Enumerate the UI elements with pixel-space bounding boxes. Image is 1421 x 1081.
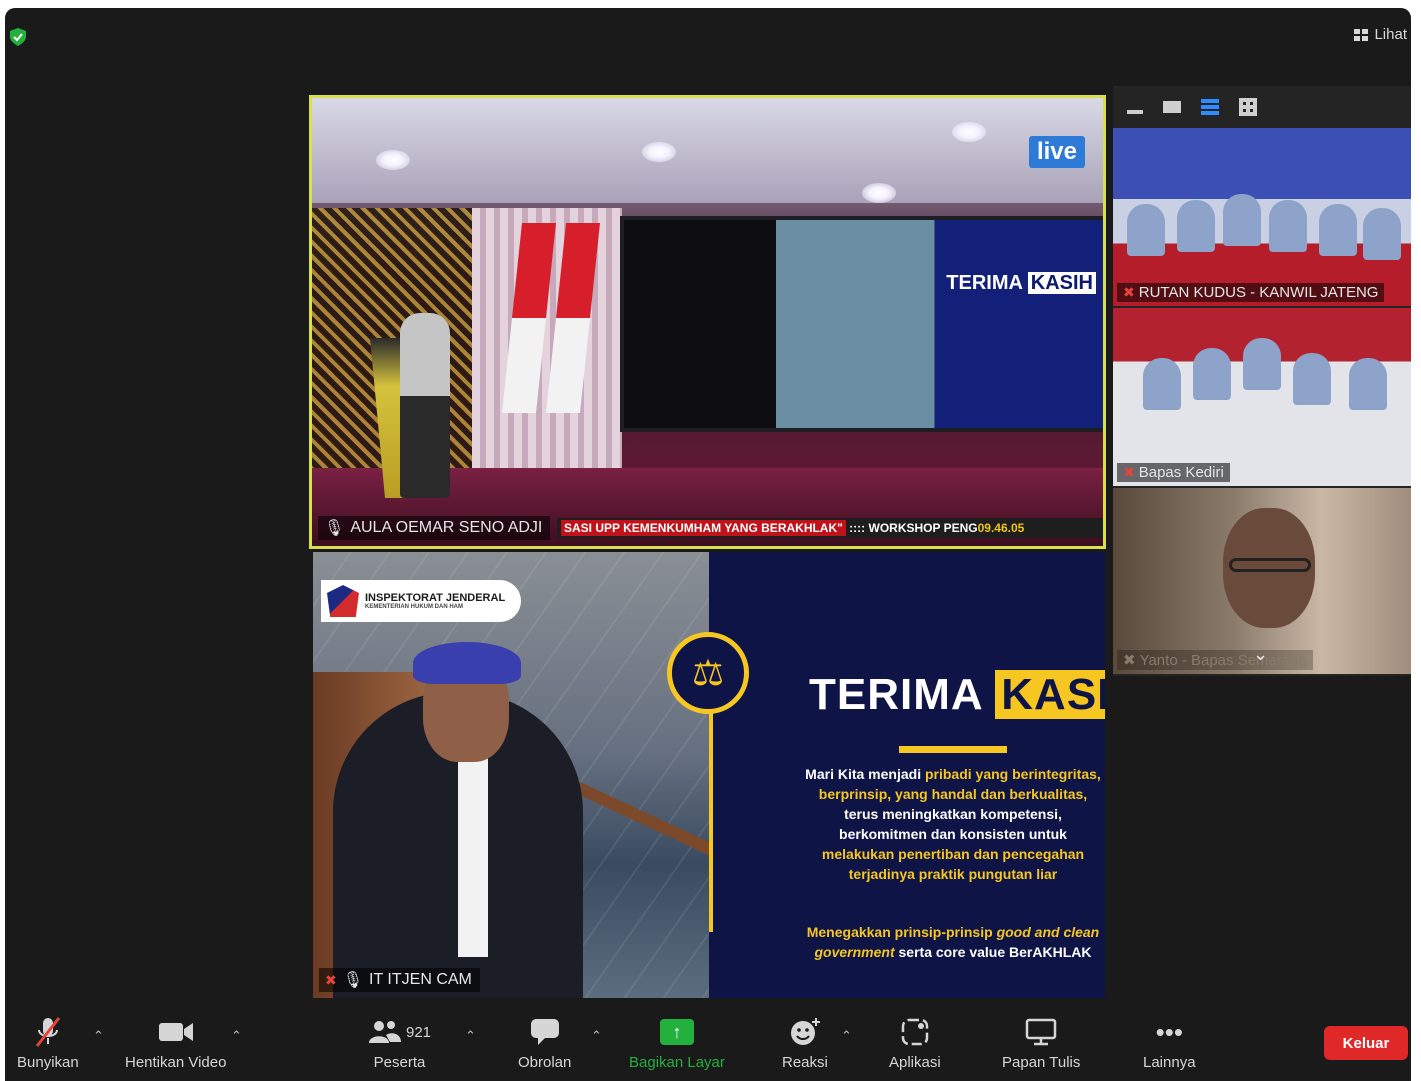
more-button[interactable]: ••• Lainnya (1143, 1016, 1196, 1072)
reactions-button[interactable]: Reaksi (782, 1016, 828, 1071)
participant-name-label: ✖ Yanto - Bapas Semarang (1117, 650, 1313, 670)
participants-icon: 921 (368, 1016, 431, 1048)
unmute-button[interactable]: Bunyikan (17, 1016, 79, 1071)
meeting-toolbar: Bunyikan ⌃ Hentikan Video ⌃ 921 Peserta … (5, 1006, 1411, 1081)
participant-tile-bapas-kediri[interactable]: ✖ Bapas Kediri (1113, 308, 1411, 486)
slide-paragraph-1: Mari Kita menjadi pribadi yang berintegr… (805, 766, 1101, 882)
mic-muted-icon: ✖ (1123, 284, 1135, 300)
speaker-layout-icon[interactable] (1163, 101, 1181, 113)
more-dots-icon: ••• (1155, 1016, 1183, 1047)
chevron-up-icon[interactable]: ⌃ (465, 1028, 476, 1044)
security-shield-icon[interactable] (10, 28, 26, 46)
grid-view-icon (1354, 28, 1369, 41)
strip-layout-icon[interactable] (1201, 99, 1219, 115)
leave-button[interactable]: Keluar (1324, 1026, 1408, 1060)
speaker-figure (400, 313, 450, 498)
share-screen-button[interactable]: ↑ Bagikan Layar (629, 1016, 725, 1071)
itjen-logo-badge: INSPEKTORAT JENDERAL KEMENTERIAN HUKUM D… (321, 580, 521, 622)
mic-muted-icon (33, 1016, 63, 1048)
pengayoman-emblem-icon: ⚖ (667, 632, 749, 714)
active-speaker-video[interactable]: TERIMA KASIH live SASI UPP KEMENKUMHAM Y… (309, 95, 1106, 549)
share-video-name-label: ✖ 🎙 IT ITJEN CAM (319, 968, 480, 992)
layout-switcher (1127, 98, 1257, 116)
projector-screen: TERIMA KASIH (620, 216, 1103, 432)
main-video-name-label: 🎙 AULA OEMAR SENO ADJI (318, 516, 551, 540)
stop-video-button[interactable]: Hentikan Video (125, 1016, 226, 1071)
news-ticker: SASI UPP KEMENKUMHAM YANG BERAKHLAK" :::… (557, 518, 1103, 538)
mic-icon: 🎙 (324, 520, 345, 537)
participant-tile-rutan-kudus[interactable]: ✖ RUTAN KUDUS - KANWIL JATENG (1113, 128, 1411, 306)
view-label: Lihat (1374, 26, 1407, 43)
ship-photo: INSPEKTORAT JENDERAL KEMENTERIAN HUKUM D… (313, 552, 719, 998)
itjen-logo-icon (327, 585, 359, 617)
mic-icon: 🎙 (342, 972, 364, 989)
chevron-down-icon[interactable]: ⌄ (1253, 644, 1268, 665)
mic-muted-icon: ✖ (325, 971, 337, 988)
mic-muted-icon: ✖ (1123, 464, 1135, 480)
chevron-up-icon[interactable]: ⌃ (841, 1028, 852, 1044)
participant-video-itjen[interactable]: INSPEKTORAT JENDERAL KEMENTERIAN HUKUM D… (313, 552, 1105, 998)
whiteboard-icon (1025, 1016, 1057, 1048)
zoom-window: Lihat TERIMA KASIH live SASI UPP KEMENKU… (5, 8, 1411, 1081)
thank-you-slide: ⚖ TERIMA KASIH Mari Kita menjadi pribadi… (667, 552, 1105, 998)
slide-paragraph-2: Menegakkan prinsip-prinsip good and clea… (806, 924, 1100, 960)
whiteboard-button[interactable]: Papan Tulis (1002, 1016, 1080, 1071)
smile-plus-icon (789, 1016, 821, 1048)
apps-icon (900, 1016, 930, 1048)
chat-button[interactable]: Obrolan (518, 1016, 571, 1071)
live-badge: live (1028, 136, 1085, 168)
participant-gallery-panel: ✖ RUTAN KUDUS - KANWIL JATENG ✖ Bapas Kedi… (1113, 86, 1411, 676)
chevron-up-icon[interactable]: ⌃ (591, 1028, 602, 1044)
participant-name-label: ✖ Bapas Kediri (1117, 463, 1230, 482)
share-screen-icon: ↑ (659, 1019, 694, 1045)
participants-button[interactable]: 921 Peserta (368, 1016, 431, 1071)
chevron-up-icon[interactable]: ⌃ (93, 1028, 104, 1044)
chat-bubble-icon (530, 1016, 560, 1048)
view-button[interactable]: Lihat (1354, 26, 1407, 43)
participant-name-label: ✖ RUTAN KUDUS - KANWIL JATENG (1117, 283, 1385, 302)
slide-title: TERIMA KASIH (809, 670, 1105, 720)
minimize-layout-icon[interactable] (1127, 110, 1143, 114)
screen-slide-title: TERIMA KASIH (946, 272, 1096, 295)
mic-muted-icon: ✖ (1123, 652, 1136, 669)
video-camera-icon (158, 1016, 194, 1048)
chevron-up-icon[interactable]: ⌃ (231, 1028, 242, 1044)
gallery-layout-icon[interactable] (1239, 98, 1257, 116)
apps-button[interactable]: Aplikasi (889, 1016, 941, 1071)
hall-scene: TERIMA KASIH (312, 98, 1103, 546)
